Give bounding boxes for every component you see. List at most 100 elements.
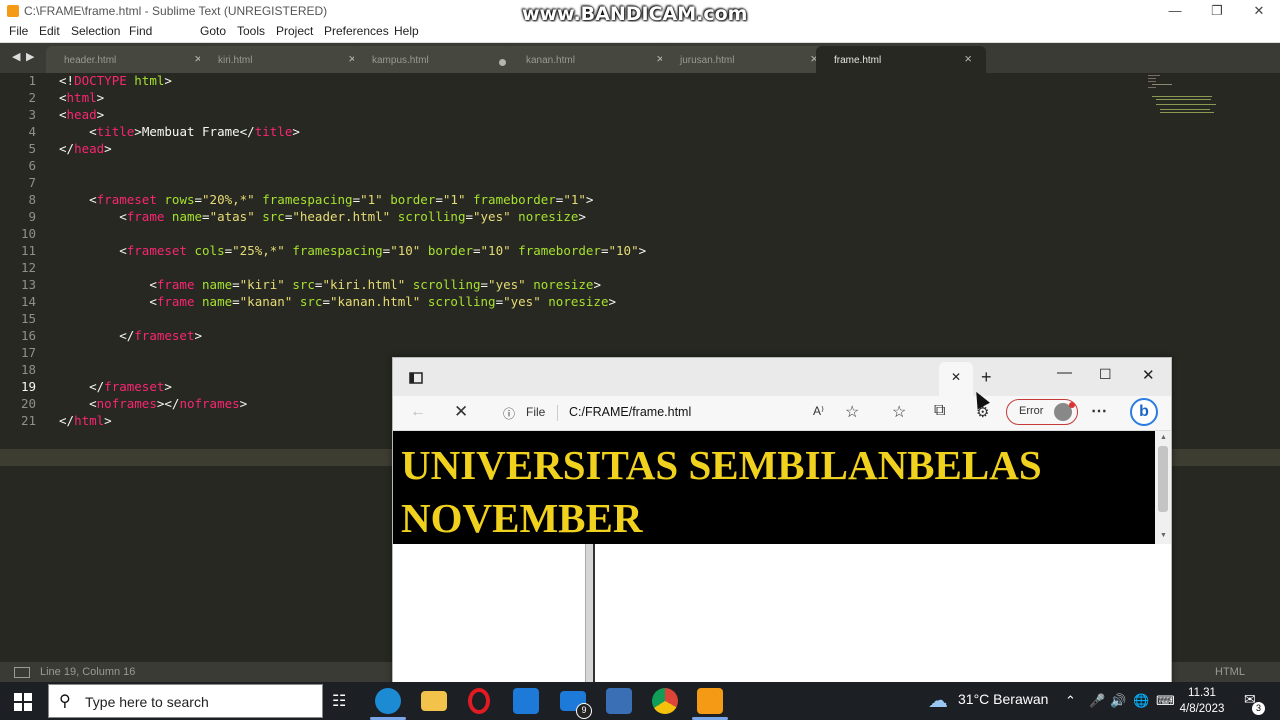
code-line[interactable]: </html> bbox=[59, 413, 112, 428]
frame-divider[interactable] bbox=[585, 544, 595, 683]
opera-icon[interactable] bbox=[468, 688, 490, 714]
error-dot-icon bbox=[1069, 402, 1075, 408]
tab-header-html[interactable]: header.html × bbox=[46, 46, 216, 73]
store-icon[interactable] bbox=[513, 688, 539, 714]
add-favorite-icon[interactable]: ☆ bbox=[845, 402, 859, 422]
code-line[interactable]: <frame name="kanan" src="kanan.html" scr… bbox=[59, 294, 616, 309]
line-number: 15 bbox=[20, 311, 36, 326]
read-aloud-icon[interactable]: A⁾ bbox=[813, 404, 824, 418]
scroll-up-icon[interactable]: ▲ bbox=[1160, 434, 1167, 441]
tab-label: kampus.html bbox=[372, 55, 429, 66]
code-line[interactable]: <frameset cols="25%,*" framespacing="10"… bbox=[59, 243, 646, 258]
line-number: 4 bbox=[28, 124, 36, 139]
network-icon[interactable]: 🌐 bbox=[1133, 693, 1149, 709]
minimize-button[interactable]: — bbox=[1152, 0, 1198, 22]
favorites-icon[interactable]: ☆ bbox=[892, 402, 906, 422]
tab-label: header.html bbox=[64, 55, 117, 66]
scrollbar-thumb[interactable] bbox=[1158, 446, 1168, 512]
profile-status-label: Error bbox=[1019, 405, 1044, 417]
collections-icon[interactable]: ⧉ bbox=[934, 402, 945, 420]
weather-icon[interactable]: ☁ bbox=[928, 688, 948, 713]
taskbar-clock[interactable]: 11.31 4/8/2023 bbox=[1174, 685, 1230, 717]
edge-close-button[interactable]: ✕ bbox=[1142, 366, 1155, 384]
clock-date: 4/8/2023 bbox=[1179, 703, 1225, 715]
code-line[interactable]: </frameset> bbox=[59, 379, 172, 394]
stop-loading-icon[interactable]: ✕ bbox=[454, 402, 468, 422]
university-heading: UNIVERSITAS SEMBILANBELAS NOVEMBER bbox=[401, 442, 1042, 541]
menu-project[interactable]: Project bbox=[276, 24, 313, 38]
edge-maximize-button[interactable]: ☐ bbox=[1099, 366, 1112, 383]
code-line[interactable]: <head> bbox=[59, 107, 104, 122]
code-line[interactable]: <html> bbox=[59, 90, 104, 105]
task-view-icon[interactable]: ☷ bbox=[332, 691, 346, 711]
sublime-app-icon bbox=[7, 5, 19, 17]
code-line[interactable]: </frameset> bbox=[59, 328, 202, 343]
minimap[interactable] bbox=[1146, 73, 1216, 113]
edge-tab-strip: ✕ + — ☐ ✕ bbox=[393, 358, 1171, 396]
keyboard-icon[interactable]: ⌨ bbox=[1156, 693, 1175, 709]
line-number: 17 bbox=[20, 345, 36, 360]
tab-label: kiri.html bbox=[218, 55, 253, 66]
tab-label: jurusan.html bbox=[680, 55, 735, 66]
menu-find[interactable]: Find bbox=[129, 24, 152, 38]
chrome-icon[interactable] bbox=[652, 688, 678, 714]
microphone-icon[interactable]: 🎤 bbox=[1089, 693, 1105, 709]
sublime-taskbar-icon[interactable] bbox=[697, 688, 723, 714]
code-line[interactable]: <frame name="atas" src="header.html" scr… bbox=[59, 209, 586, 224]
line-number: 18 bbox=[20, 362, 36, 377]
code-line[interactable]: <frameset rows="20%,*" framespacing="1" … bbox=[59, 192, 593, 207]
cursor-position[interactable]: Line 19, Column 16 bbox=[40, 666, 135, 678]
tab-next-arrow-icon[interactable]: ▶ bbox=[26, 50, 34, 63]
frame-kiri bbox=[393, 544, 585, 683]
more-menu-icon[interactable]: ⋯ bbox=[1091, 401, 1107, 421]
tab-prev-arrow-icon[interactable]: ◀ bbox=[12, 50, 20, 63]
line-number: 20 bbox=[20, 396, 36, 411]
profile-error-button[interactable]: Error bbox=[1006, 399, 1078, 425]
tab-jurusan-html[interactable]: jurusan.html × bbox=[662, 46, 832, 73]
address-scheme-label[interactable]: File bbox=[526, 405, 545, 419]
code-line[interactable]: <title>Membuat Frame</title> bbox=[59, 124, 300, 139]
tab-label: kanan.html bbox=[526, 55, 575, 66]
edge-minimize-button[interactable]: — bbox=[1057, 364, 1072, 381]
monitor-icon[interactable] bbox=[14, 667, 30, 678]
volume-icon[interactable]: 🔊 bbox=[1110, 693, 1126, 709]
address-bar-url[interactable]: C:/FRAME/frame.html bbox=[569, 405, 691, 419]
close-button[interactable]: ✕ bbox=[1236, 0, 1280, 22]
menu-selection[interactable]: Selection bbox=[71, 24, 120, 38]
code-line[interactable]: <!DOCTYPE html> bbox=[59, 73, 172, 88]
tab-kampus-html[interactable]: kampus.html bbox=[354, 46, 524, 73]
syntax-mode[interactable]: HTML bbox=[1215, 666, 1245, 678]
tab-kiri-html[interactable]: kiri.html × bbox=[200, 46, 370, 73]
show-hidden-icons-icon[interactable]: ⌃ bbox=[1065, 693, 1076, 709]
tab-frame-html[interactable]: frame.html × bbox=[816, 46, 986, 73]
menu-tools[interactable]: Tools bbox=[237, 24, 265, 38]
edge-taskbar-icon[interactable] bbox=[375, 688, 401, 714]
code-line[interactable]: </head> bbox=[59, 141, 112, 156]
window-title: C:\FRAME\frame.html - Sublime Text (UNRE… bbox=[24, 4, 328, 18]
windows-start-icon[interactable] bbox=[14, 693, 32, 711]
menu-help[interactable]: Help bbox=[394, 24, 419, 38]
restore-button[interactable]: ❐ bbox=[1194, 0, 1240, 22]
code-line[interactable]: <frame name="kiri" src="kiri.html" scrol… bbox=[59, 277, 601, 292]
menu-file[interactable]: File bbox=[9, 24, 28, 38]
snipping-tool-icon[interactable] bbox=[606, 688, 632, 714]
tab-kanan-html[interactable]: kanan.html × bbox=[508, 46, 678, 73]
back-arrow-icon[interactable]: ← bbox=[410, 403, 426, 421]
weather-text[interactable]: 31°C Berawan bbox=[958, 691, 1048, 707]
bing-chat-icon[interactable]: b bbox=[1130, 398, 1158, 426]
menu-edit[interactable]: Edit bbox=[39, 24, 60, 38]
line-number: 10 bbox=[20, 226, 36, 241]
edge-tab-close-icon[interactable]: ✕ bbox=[951, 370, 961, 384]
unsaved-dot-icon[interactable] bbox=[499, 59, 506, 66]
info-icon[interactable]: ⓘ bbox=[503, 405, 515, 422]
menu-preferences[interactable]: Preferences bbox=[324, 24, 389, 38]
notification-badge: 3 bbox=[1252, 702, 1265, 715]
scroll-down-icon[interactable]: ▼ bbox=[1160, 532, 1167, 539]
file-explorer-icon[interactable] bbox=[421, 691, 447, 711]
tab-actions-icon[interactable] bbox=[409, 372, 423, 384]
tab-close-icon[interactable]: × bbox=[964, 51, 972, 66]
code-line[interactable]: <noframes></noframes> bbox=[59, 396, 247, 411]
taskbar-search-box[interactable]: ⚲ Type here to search bbox=[48, 684, 323, 718]
menu-goto[interactable]: Goto bbox=[200, 24, 226, 38]
new-tab-icon[interactable]: + bbox=[981, 367, 992, 388]
